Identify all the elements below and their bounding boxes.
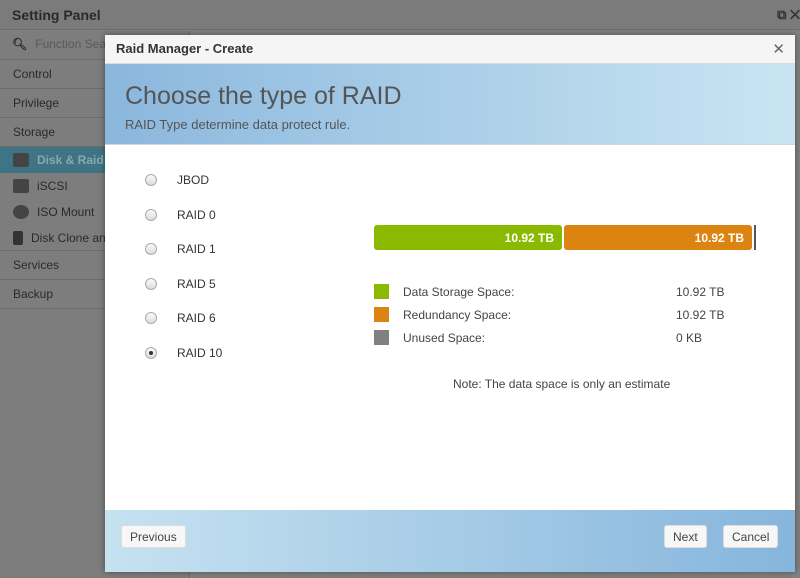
restore-icon[interactable]: ⧉: [777, 7, 786, 22]
raid-option-raid1[interactable]: RAID 1: [145, 232, 222, 267]
legend-swatch: [374, 284, 389, 299]
capacity-legend: Data Storage Space: 10.92 TB Redundancy S…: [374, 280, 734, 349]
bar-end-marker: [754, 225, 756, 250]
raid-option-raid10[interactable]: RAID 10: [145, 336, 222, 371]
raid-option-raid0[interactable]: RAID 0: [145, 198, 222, 233]
legend-redundancy: Redundancy Space: 10.92 TB: [374, 303, 734, 326]
radio-button[interactable]: [145, 277, 157, 290]
legend-data-storage: Data Storage Space: 10.92 TB: [374, 280, 734, 303]
legend-swatch: [374, 330, 389, 345]
window-titlebar: Setting Panel ⧉ ✕: [0, 0, 800, 30]
page-title: Choose the type of RAID: [125, 82, 402, 110]
dialog-header: Raid Manager - Create ✕: [105, 35, 795, 64]
iso-mount-icon: [13, 205, 29, 219]
radio-button[interactable]: [145, 208, 157, 221]
raid-type-options: JBOD RAID 0 RAID 1 RAID 5 RAID 6 RAID 10: [145, 163, 222, 370]
dialog-footer: Previous Next Cancel: [105, 510, 795, 572]
iscsi-icon: [13, 179, 29, 193]
raid-option-raid5[interactable]: RAID 5: [145, 267, 222, 302]
close-icon[interactable]: ✕: [772, 40, 785, 58]
estimate-note: Note: The data space is only an estimate: [453, 377, 671, 391]
radio-button-selected[interactable]: [145, 346, 157, 359]
cancel-button[interactable]: Cancel: [723, 525, 779, 548]
raid-option-raid6[interactable]: RAID 6: [145, 301, 222, 336]
capacity-bar: 10.92 TB 10.92 TB: [374, 225, 756, 251]
legend-unused: Unused Space: 0 KB: [374, 326, 734, 349]
radio-button[interactable]: [145, 243, 157, 256]
window-title: Setting Panel: [12, 7, 101, 23]
raid-create-dialog: Raid Manager - Create ✕ Choose the type …: [105, 35, 795, 572]
close-icon[interactable]: ✕: [790, 7, 800, 22]
dialog-banner: Choose the type of RAID RAID Type determ…: [105, 64, 795, 145]
next-button[interactable]: Next: [664, 525, 707, 548]
raid-option-jbod[interactable]: JBOD: [145, 163, 222, 198]
previous-button[interactable]: Previous: [121, 525, 186, 548]
radio-button[interactable]: [145, 174, 157, 187]
search-icon: 🔍︎: [12, 37, 28, 51]
disk-raid-icon: [13, 153, 29, 167]
broom-icon: [13, 230, 23, 245]
dialog-title: Raid Manager - Create: [116, 41, 254, 56]
data-storage-segment: 10.92 TB: [374, 225, 562, 250]
legend-swatch: [374, 307, 389, 322]
redundancy-segment: 10.92 TB: [564, 225, 752, 250]
radio-button[interactable]: [145, 312, 157, 325]
page-subtitle: RAID Type determine data protect rule.: [125, 117, 351, 132]
